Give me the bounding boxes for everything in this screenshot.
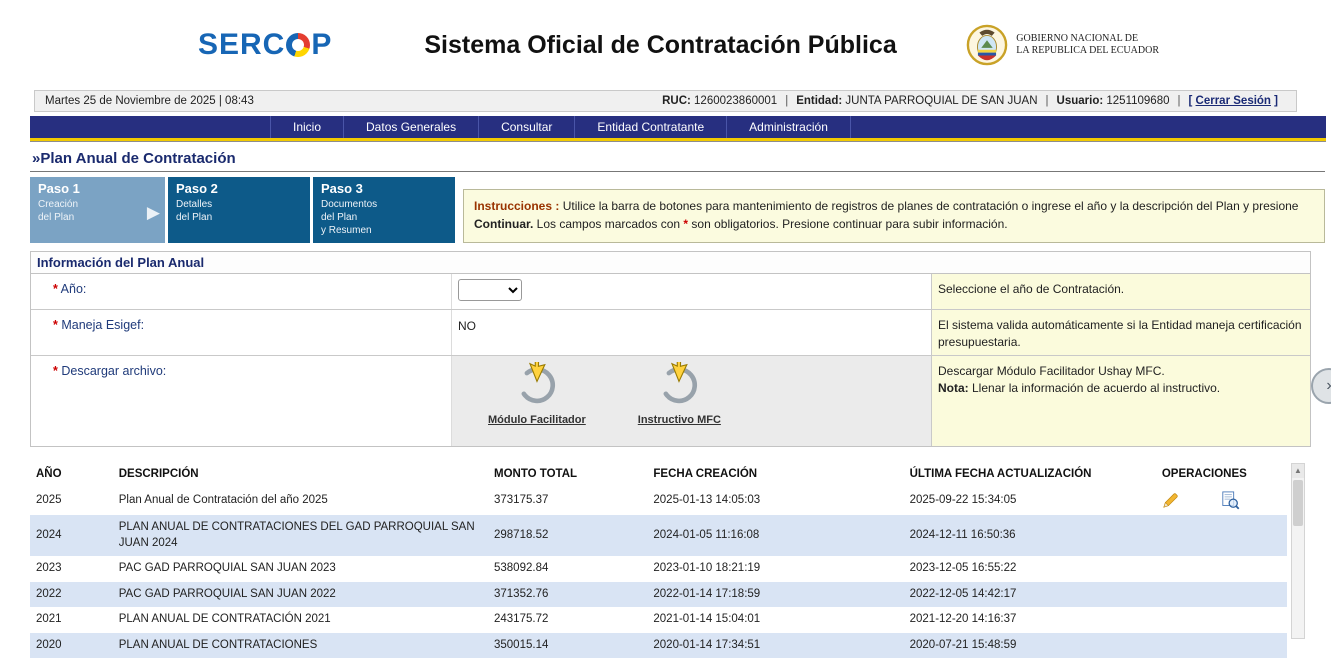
entity-info: Entidad: JUNTA PARROQUIAL DE SAN JUAN: [788, 95, 1045, 107]
col-header-ultima-actualizacion: ÚLTIMA FECHA ACTUALIZACIÓN: [904, 461, 1156, 486]
col-header-operaciones: OPERACIONES: [1156, 461, 1287, 486]
plans-table: AÑO DESCRIPCIÓN MONTO TOTAL FECHA CREACI…: [30, 461, 1287, 658]
user-info: Usuario: 1251109680: [1049, 95, 1178, 107]
current-datetime: Martes 25 de Noviembre de 2025 | 08:43: [45, 95, 254, 107]
plan-info-form: Información del Plan Anual * Año: Selecc…: [30, 251, 1311, 447]
instructivo-mfc-link[interactable]: Instructivo MFC: [638, 362, 721, 426]
descargar-help: Descargar Módulo Facilitador Ushay MFC. …: [931, 356, 1310, 446]
edit-pencil-icon[interactable]: [1162, 492, 1179, 509]
table-scrollbar[interactable]: ▲: [1291, 463, 1305, 639]
step-1-creacion[interactable]: Paso 1 Creación del Plan ▶: [30, 177, 165, 243]
col-header-anio: AÑO: [30, 461, 113, 486]
logout-link[interactable]: [ Cerrar Sesión ]: [1181, 95, 1287, 107]
app-title: Sistema Oficial de Contratación Pública: [424, 31, 896, 60]
step-3-documentos[interactable]: Paso 3 Documentos del Plan y Resumen: [313, 177, 455, 243]
table-header-row: AÑO DESCRIPCIÓN MONTO TOTAL FECHA CREACI…: [30, 461, 1287, 486]
sercop-logo: SERC P: [198, 28, 332, 62]
descargar-label: * Descargar archivo:: [31, 356, 451, 446]
table-row-2021: 2021 PLAN ANUAL DE CONTRATACIÓN 2021 243…: [30, 607, 1287, 633]
government-brand: GOBIERNO NACIONAL DE LA REPUBLICA DEL EC…: [966, 24, 1159, 66]
preview-document-icon[interactable]: [1221, 491, 1240, 510]
step-2-detalles[interactable]: Paso 2 Detalles del Plan: [168, 177, 310, 243]
step-arrow-icon: ▶: [147, 203, 160, 223]
modulo-facilitador-link[interactable]: Módulo Facilitador: [488, 362, 586, 426]
instructions-box: Instrucciones : Utilice la barra de boto…: [463, 189, 1325, 243]
table-row-2025: 2025 Plan Anual de Contratación del año …: [30, 486, 1287, 515]
wizard-steps: Paso 1 Creación del Plan ▶ Paso 2 Detall…: [30, 177, 1325, 243]
col-header-descripcion: DESCRIPCIÓN: [113, 461, 488, 486]
session-bar: Martes 25 de Noviembre de 2025 | 08:43 R…: [34, 90, 1297, 112]
chevron-right-icon: ›: [1326, 377, 1331, 395]
session-info: RUC: 1260023860001 | Entidad: JUNTA PARR…: [654, 95, 1286, 107]
logo-text-right: P: [311, 28, 332, 62]
table-row-2022: 2022 PAC GAD PARROQUIAL SAN JUAN 2022 37…: [30, 582, 1287, 608]
government-title: GOBIERNO NACIONAL DE LA REPUBLICA DEL EC…: [1016, 33, 1159, 58]
plans-table-region: AÑO DESCRIPCIÓN MONTO TOTAL FECHA CREACI…: [30, 461, 1305, 658]
nav-item-consultar[interactable]: Consultar: [478, 116, 574, 138]
nav-item-entidad-contratante[interactable]: Entidad Contratante: [574, 116, 726, 138]
scroll-up-arrow-icon[interactable]: ▲: [1292, 464, 1304, 478]
nav-item-datos-generales[interactable]: Datos Generales: [343, 116, 478, 138]
year-select[interactable]: [458, 279, 522, 301]
download-cursor-icon: [512, 362, 562, 412]
page-title: »Plan Anual de Contratación: [30, 148, 1325, 172]
sercop-o-icon: [286, 33, 310, 57]
main-content: »Plan Anual de Contratación Paso 1 Creac…: [0, 142, 1331, 658]
esigef-value: NO: [458, 315, 476, 333]
ecuador-coat-of-arms-icon: [966, 24, 1008, 66]
table-row-2020: 2020 PLAN ANUAL DE CONTRATACIONES 350015…: [30, 633, 1287, 658]
form-row-descargar: * Descargar archivo: Módulo Facilitador: [31, 356, 1310, 446]
esigef-label: * Maneja Esigef:: [31, 310, 451, 355]
form-row-anio: * Año: Seleccione el año de Contratación…: [31, 274, 1310, 310]
scrollbar-thumb[interactable]: [1293, 480, 1303, 526]
anio-label: * Año:: [31, 274, 451, 309]
form-row-esigef: * Maneja Esigef: NO El sistema valida au…: [31, 310, 1310, 356]
table-row-2023: 2023 PAC GAD PARROQUIAL SAN JUAN 2023 53…: [30, 556, 1287, 582]
form-section-title: Información del Plan Anual: [31, 252, 1310, 274]
main-nav: Inicio Datos Generales Consultar Entidad…: [30, 116, 1326, 138]
col-header-fecha-creacion: FECHA CREACIÓN: [647, 461, 903, 486]
col-header-monto: MONTO TOTAL: [488, 461, 647, 486]
esigef-help: El sistema valida automáticamente si la …: [931, 310, 1310, 355]
app-header: SERC P Sistema Oficial de Contratación Pú…: [0, 0, 1331, 90]
ruc-info: RUC: 1260023860001: [654, 95, 785, 107]
logo-text-left: SERC: [198, 28, 285, 62]
anio-help: Seleccione el año de Contratación.: [931, 274, 1310, 309]
nav-item-inicio[interactable]: Inicio: [270, 116, 343, 138]
download-cursor-icon: [654, 362, 704, 412]
nav-item-administracion[interactable]: Administración: [726, 116, 851, 138]
table-row-2024: 2024 PLAN ANUAL DE CONTRATACIONES DEL GA…: [30, 515, 1287, 556]
